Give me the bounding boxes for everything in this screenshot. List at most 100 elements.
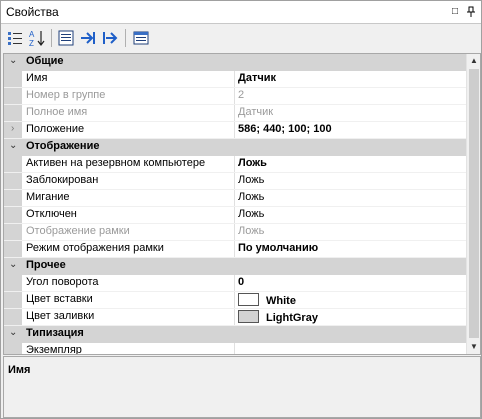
column-divider[interactable] [234,190,235,206]
svg-text:A: A [29,30,35,39]
column-divider[interactable] [234,156,235,172]
column-divider[interactable] [234,105,235,121]
property-row[interactable]: Мигание Ложь [4,190,466,207]
property-row[interactable]: Номер в группе 2 [4,88,466,105]
property-name: Режим отображения рамки [26,242,164,254]
help-pane: Имя [3,356,481,418]
categorized-icon[interactable] [6,29,24,47]
column-divider[interactable] [234,343,235,354]
panel-title: Свойства [6,5,59,19]
column-divider[interactable] [234,207,235,223]
row-gutter [4,156,22,172]
property-row[interactable]: Экземпляр [4,343,466,354]
category-row[interactable]: ⌄ Прочее [4,258,466,275]
property-row[interactable]: Отключен Ложь [4,207,466,224]
property-row[interactable]: Полное имя Датчик [4,105,466,122]
property-value-text: Ложь [238,208,265,220]
expand-chevron-icon[interactable]: › [11,123,14,134]
row-gutter [4,207,22,223]
collapse-chevron-icon[interactable]: ⌄ [9,55,17,66]
property-name: Полное имя [26,106,88,118]
collapse-chevron-icon[interactable]: ⌄ [9,327,17,338]
category-label: Типизация [26,327,84,339]
row-gutter: › [4,122,22,138]
category-label: Прочее [26,259,66,271]
property-grid: ⌄ Общие Имя Датчик Номер в группе 2 Полное имя… [3,53,481,355]
collapse-chevron-icon[interactable]: ⌄ [9,140,17,151]
pin-icon[interactable] [465,6,477,18]
property-name: Имя [26,72,48,84]
property-row[interactable]: Имя Датчик [4,71,466,88]
column-divider[interactable] [234,122,235,138]
row-gutter [4,241,22,257]
next-icon[interactable] [79,29,97,47]
property-value[interactable]: Ложь [238,208,464,220]
property-name: Мигание [26,191,70,203]
properties-icon[interactable] [57,29,75,47]
property-row[interactable]: Цвет заливки LightGray [4,309,466,326]
column-divider[interactable] [234,292,235,308]
property-value[interactable]: LightGray [238,310,464,324]
property-value[interactable]: White [238,293,464,307]
property-name: Заблокирован [26,174,99,186]
property-value[interactable]: Ложь [238,157,464,169]
scroll-down-icon[interactable]: ▼ [467,340,480,354]
category-label: Отображение [26,140,100,152]
row-gutter [4,275,22,291]
column-divider[interactable] [234,173,235,189]
column-divider[interactable] [234,71,235,87]
property-name: Цвет заливки [26,310,95,322]
property-value[interactable]: 0 [238,276,464,288]
events-icon[interactable] [101,29,119,47]
restore-icon[interactable]: □ [449,6,461,18]
row-gutter [4,343,22,354]
toolbar-separator [125,29,126,47]
property-value[interactable]: 2 [238,89,464,101]
property-row[interactable]: Отображение рамки Ложь [4,224,466,241]
row-gutter [4,105,22,121]
row-gutter [4,292,22,308]
scroll-thumb[interactable] [469,69,479,338]
column-divider[interactable] [234,241,235,257]
property-rows: ⌄ Общие Имя Датчик Номер в группе 2 Полное имя… [4,54,466,354]
property-row[interactable]: Режим отображения рамки По умолчанию [4,241,466,258]
property-name: Угол поворота [26,276,99,288]
property-row[interactable]: Цвет вставки White [4,292,466,309]
property-name: Отображение рамки [26,225,130,237]
property-value[interactable]: Датчик [238,72,464,84]
property-value[interactable]: Ложь [238,174,464,186]
property-name: Положение [26,123,85,135]
vertical-scrollbar[interactable]: ▲ ▼ [466,54,480,354]
property-pages-icon[interactable] [132,29,150,47]
property-value-text: 586; 440; 100; 100 [238,123,332,135]
sort-az-icon[interactable]: A Z [28,29,46,47]
property-name: Отключен [26,208,77,220]
property-row[interactable]: Заблокирован Ложь [4,173,466,190]
svg-text:Z: Z [29,39,34,47]
property-row[interactable]: Угол поворота 0 [4,275,466,292]
property-value-text: Ложь [238,225,265,237]
category-row[interactable]: ⌄ Общие [4,54,466,71]
category-row[interactable]: ⌄ Отображение [4,139,466,156]
property-value[interactable]: Датчик [238,106,464,118]
row-gutter [4,190,22,206]
column-divider[interactable] [234,275,235,291]
column-divider[interactable] [234,224,235,240]
row-gutter [4,71,22,87]
column-divider[interactable] [234,88,235,104]
collapse-chevron-icon[interactable]: ⌄ [9,259,17,270]
category-row[interactable]: ⌄ Типизация [4,326,466,343]
property-value-text: Датчик [238,72,276,84]
property-value-text: Ложь [238,191,265,203]
property-value[interactable]: 586; 440; 100; 100 [238,123,464,135]
property-row[interactable]: › Положение 586; 440; 100; 100 [4,122,466,139]
color-swatch [238,293,259,306]
property-value-text: Ложь [238,174,265,186]
column-divider[interactable] [234,309,235,325]
property-name: Номер в группе [26,89,106,101]
property-value[interactable]: Ложь [238,191,464,203]
property-value[interactable]: Ложь [238,225,464,237]
scroll-up-icon[interactable]: ▲ [467,54,480,68]
property-value[interactable]: По умолчанию [238,242,464,254]
property-row[interactable]: Активен на резервном компьютере Ложь [4,156,466,173]
